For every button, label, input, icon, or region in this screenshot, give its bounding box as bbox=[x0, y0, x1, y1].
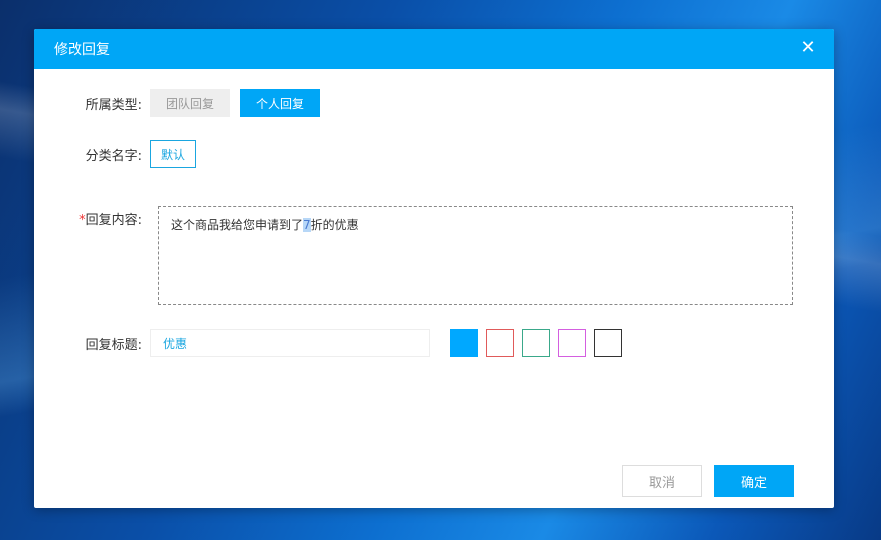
personal-reply-button[interactable]: 个人回复 bbox=[240, 89, 320, 117]
color-swatch-pink[interactable] bbox=[558, 329, 586, 357]
dialog-header: 修改回复 ✕ bbox=[34, 29, 834, 69]
color-swatch-red[interactable] bbox=[486, 329, 514, 357]
content-label-row: *回复内容: bbox=[34, 209, 150, 228]
type-label: 所属类型: bbox=[85, 97, 142, 113]
title-label: 回复标题: bbox=[85, 337, 142, 353]
team-reply-button[interactable]: 团队回复 bbox=[150, 89, 230, 117]
color-swatch-green[interactable] bbox=[522, 329, 550, 357]
category-label: 分类名字: bbox=[85, 148, 142, 164]
content-label: 回复内容: bbox=[85, 213, 142, 228]
confirm-button[interactable]: 确定 bbox=[714, 465, 794, 497]
content-textarea[interactable]: 这个商品我给您申请到了7折的优惠 bbox=[158, 206, 793, 305]
category-default-button[interactable]: 默认 bbox=[150, 140, 196, 168]
edit-reply-dialog: 修改回复 ✕ 所属类型: 团队回复 个人回复 分类名字: 默认 *回复内容: 这… bbox=[34, 29, 834, 508]
content-selected-text: 7 bbox=[303, 218, 311, 232]
type-row: 所属类型: 团队回复 个人回复 bbox=[34, 89, 320, 117]
color-swatch-blue[interactable] bbox=[450, 329, 478, 357]
content-label-wrap: *回复内容: bbox=[34, 209, 150, 228]
close-icon[interactable]: ✕ bbox=[800, 39, 816, 57]
title-row: 回复标题: 优惠 bbox=[34, 329, 622, 357]
content-text-end: 折的优惠 bbox=[310, 218, 359, 232]
title-input[interactable]: 优惠 bbox=[150, 329, 430, 357]
cancel-button[interactable]: 取消 bbox=[622, 465, 702, 497]
color-swatch-black[interactable] bbox=[594, 329, 622, 357]
content-text: 这个商品我给您申请到了 bbox=[171, 218, 304, 232]
dialog-title: 修改回复 bbox=[54, 42, 110, 58]
category-row: 分类名字: 默认 bbox=[34, 140, 196, 168]
